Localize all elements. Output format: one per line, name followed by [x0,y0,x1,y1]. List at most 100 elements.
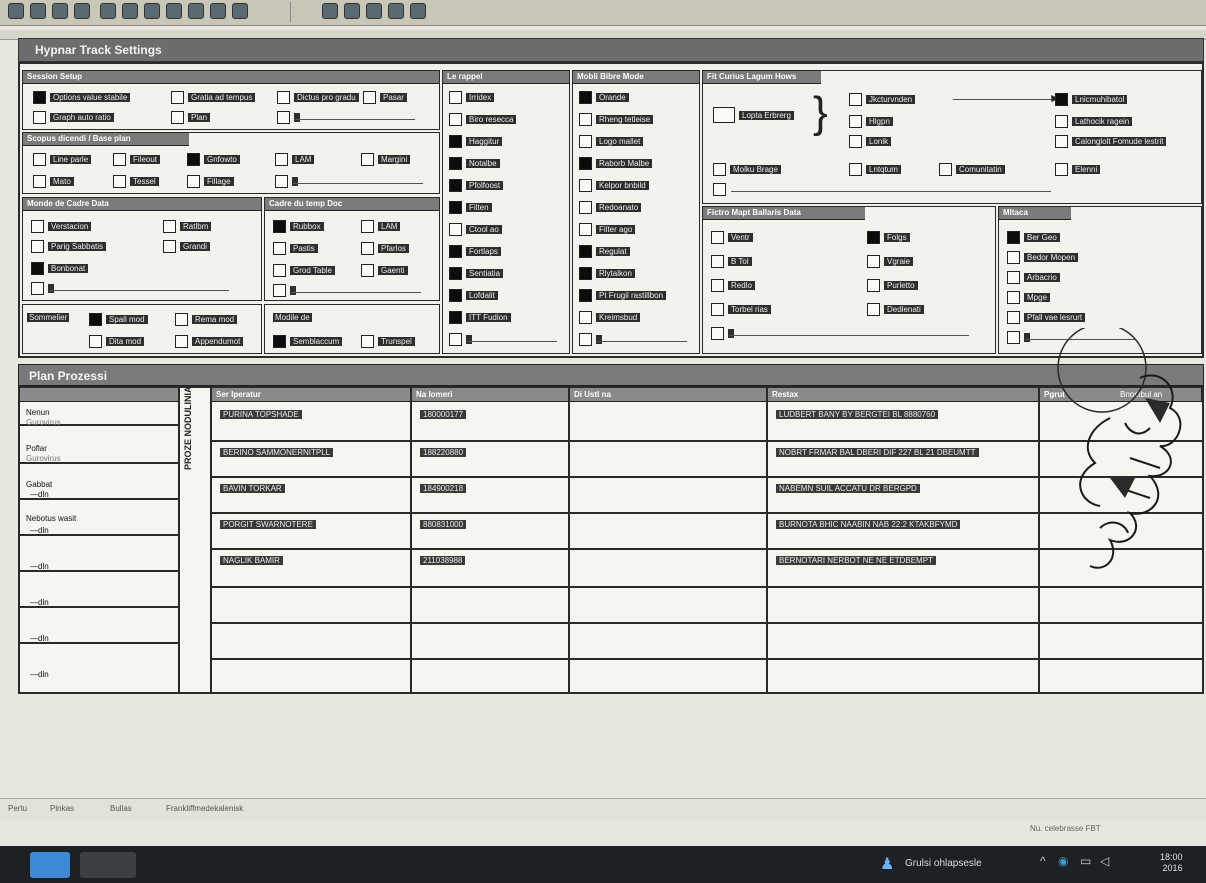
table-cell-name[interactable]: PORGIT SWARNOTERE [220,520,316,529]
checkbox[interactable] [449,134,462,148]
checkbox[interactable] [31,239,44,253]
checkbox-option[interactable] [273,282,296,298]
checkbox[interactable] [449,222,462,236]
column-header[interactable]: Na lomeri [412,388,570,402]
checkbox-option[interactable]: Gnfowto [187,151,240,167]
checkbox[interactable] [1055,92,1068,106]
chart-icon[interactable] [366,3,382,19]
table-cell-number[interactable]: 188220880 [420,448,467,457]
checkbox-option[interactable]: Semblaccum [273,333,343,349]
checkbox[interactable] [867,230,880,244]
checkbox-option[interactable]: Dictus pro gradu [277,89,359,105]
checkbox[interactable] [711,278,724,292]
checkbox-option[interactable]: Grod Table [273,262,335,278]
checkbox-option[interactable] [711,325,734,341]
checkbox[interactable] [579,310,592,324]
checkbox-option[interactable]: Pfall vae lesrurt [1007,309,1086,325]
checkbox-option[interactable]: Raborb Malbe [579,155,653,171]
checkbox[interactable] [277,90,290,104]
checkbox-option[interactable]: Ber Geo [1007,229,1060,245]
save-icon[interactable] [52,3,68,19]
person-icon[interactable]: ♟ [880,854,894,874]
status-item[interactable]: Frankliffmedekalenisk [166,804,243,813]
checkbox-option[interactable]: Lathocik ragein [1055,113,1133,129]
network-icon[interactable]: ◉ [1058,854,1068,868]
checkbox-option[interactable]: Bedor Mopen [1007,249,1079,265]
checkbox[interactable] [163,219,176,233]
grid-icon[interactable] [344,3,360,19]
table-cell-restax[interactable]: NOBRT FRMAR BAL DBERI DIF 227 BL 21 DBEU… [776,448,979,457]
checkbox[interactable] [711,254,724,268]
checkbox-option[interactable]: Options value stabile [33,89,131,105]
checkbox[interactable] [849,92,862,106]
checkbox[interactable] [579,134,592,148]
checkbox-option[interactable]: Rheng tetleise [579,111,654,127]
status-item[interactable]: Pertu [8,804,27,813]
table-cell-restax[interactable]: BERNOTARI NERBOT NE NE ETDBEMPT [776,556,936,565]
table-cell-number[interactable]: 211038988 [420,556,466,565]
checkbox-option[interactable] [31,280,54,296]
checkbox[interactable] [1007,310,1020,324]
checkbox-option[interactable] [713,181,726,197]
checkbox[interactable] [171,90,184,104]
zoom-icon[interactable] [322,3,338,19]
checkbox-option[interactable]: Bonbonat [31,260,89,276]
checkbox[interactable] [449,310,462,324]
checkbox-option[interactable]: Rubbox [273,218,324,234]
checkbox-option[interactable]: Fileout [113,151,161,167]
checkbox[interactable] [449,90,462,104]
checkbox[interactable] [275,174,288,188]
paste-icon[interactable] [144,3,160,19]
checkbox[interactable] [867,302,880,316]
checkbox[interactable] [867,254,880,268]
chevron-up-icon[interactable]: ^ [1040,854,1046,868]
checkbox[interactable] [449,266,462,280]
column-header[interactable]: Restax [768,388,1040,402]
checkbox-option[interactable]: Haggitur [449,133,503,149]
checkbox-option[interactable]: Folgs [867,229,910,245]
checkbox[interactable] [449,288,462,302]
checkbox-option[interactable]: Pastis [273,240,318,256]
checkbox[interactable] [273,219,286,233]
checkbox[interactable] [579,222,592,236]
input-line[interactable] [731,191,1051,192]
checkbox-option[interactable]: Gratia ad tempus [171,89,256,105]
checkbox-option[interactable]: Spall mod [89,311,148,327]
input-line[interactable] [293,183,423,184]
table-cell-name[interactable]: PURINA TOPSHADE [220,410,302,419]
checkbox[interactable] [713,107,735,123]
settings-icon[interactable] [232,3,248,19]
cut-icon[interactable] [100,3,116,19]
checkbox[interactable] [31,261,44,275]
checkbox[interactable] [31,281,44,295]
checkbox-option[interactable]: Hlgpn [849,113,893,129]
checkbox[interactable] [449,156,462,170]
checkbox[interactable] [113,174,126,188]
checkbox[interactable] [711,326,724,340]
table-cell-name[interactable]: BAVIN TORKAR [220,484,285,493]
checkbox-option[interactable]: Appendumot [175,333,244,349]
checkbox[interactable] [579,90,592,104]
lock-icon[interactable] [388,3,404,19]
input-line[interactable] [295,119,415,120]
checkbox[interactable] [171,110,184,124]
input-line[interactable] [729,335,969,336]
checkbox[interactable] [275,152,288,166]
status-item[interactable]: Bullas [110,804,132,813]
checkbox-option[interactable]: Lntqtum [849,161,901,177]
checkbox[interactable] [1007,290,1020,304]
input-line[interactable] [467,341,557,342]
checkbox[interactable] [361,152,374,166]
open-icon[interactable] [30,3,46,19]
checkbox[interactable] [849,162,862,176]
table-cell-restax[interactable]: NABEMN SUIL ACCATU DR BERGPD [776,484,920,493]
checkbox-option[interactable] [275,173,298,189]
pinned-app-button[interactable] [80,852,136,878]
checkbox[interactable] [113,152,126,166]
checkbox-option[interactable]: Mpge [1007,289,1051,305]
checkbox[interactable] [1007,330,1020,344]
table-cell-number[interactable]: 180000177 [420,410,467,419]
checkbox-option[interactable]: Graph auto ratio [33,109,114,125]
checkbox[interactable] [361,263,374,277]
checkbox[interactable] [1055,114,1068,128]
